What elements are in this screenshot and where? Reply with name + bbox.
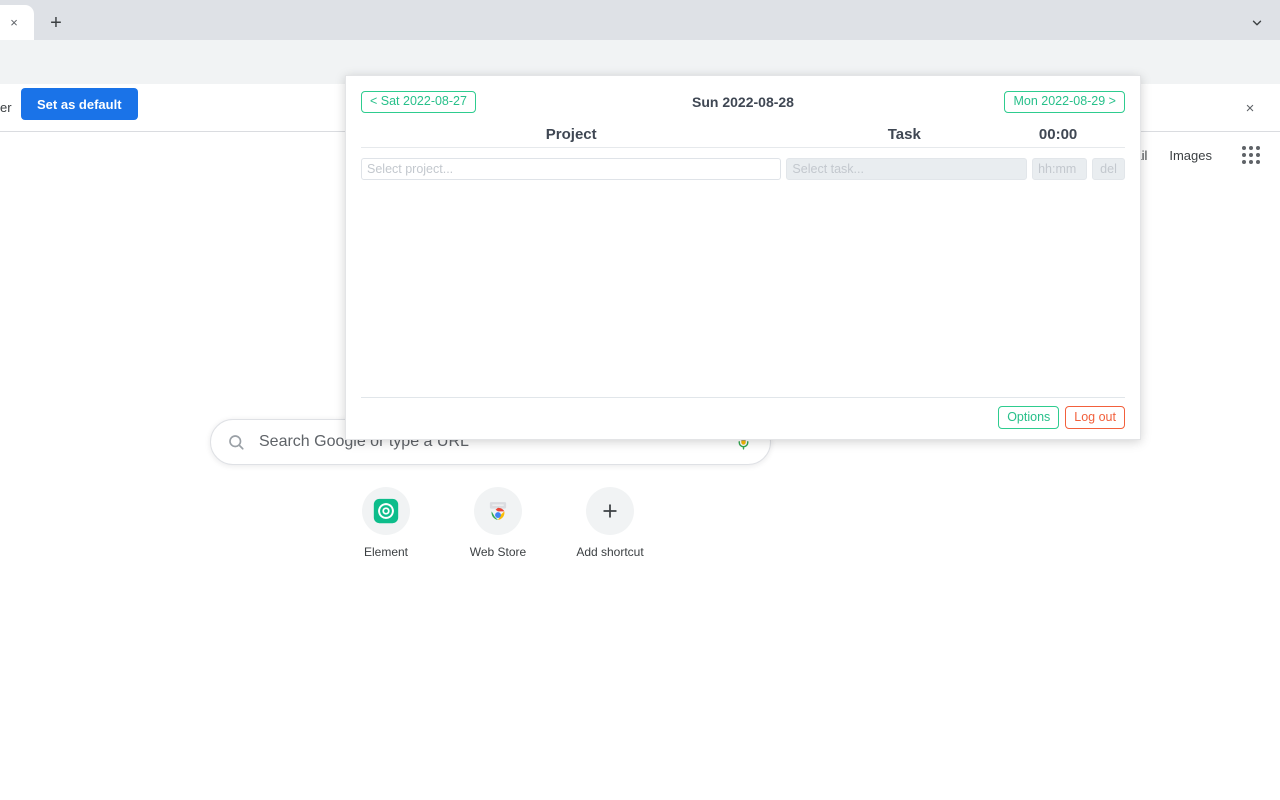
current-day-label: Sun 2022-08-28 [692,94,794,110]
logout-button[interactable]: Log out [1065,406,1125,429]
browser-window: × + URL [0,0,1280,800]
new-entry-row: Select project... Select task... hh:mm d… [361,158,1125,180]
ntp-top-links: ail Images [1134,146,1260,164]
project-select-input[interactable]: Select project... [361,158,782,180]
shortcut-label: Web Store [469,545,527,559]
infobar-message: er [0,100,12,115]
shortcut-web-store[interactable]: Web Store [442,487,554,559]
images-link[interactable]: Images [1169,148,1212,163]
apps-grid-icon[interactable] [1242,146,1260,164]
timetracker-extension-popup: < Sat 2022-08-27 Sun 2022-08-28 Mon 2022… [345,75,1141,440]
plus-icon [586,487,634,535]
task-select-input[interactable]: Select task... [786,158,1028,180]
entries-table-header: Project Task 00:00 [361,114,1125,148]
shortcut-add[interactable]: Add shortcut [554,487,666,559]
element-app-icon [362,487,410,535]
search-icon [227,433,245,451]
footer-buttons: Options Log out [361,406,1125,429]
total-time-value: 00:00 [1038,126,1078,143]
column-header-task: Task [887,126,921,143]
popup-date-navigation: < Sat 2022-08-27 Sun 2022-08-28 Mon 2022… [361,90,1125,114]
browser-tab[interactable]: × [0,5,34,40]
footer-divider [361,397,1125,398]
shortcut-element[interactable]: Element [330,487,442,559]
tab-close-icon[interactable]: × [4,13,24,33]
duration-input[interactable]: hh:mm [1032,158,1088,180]
options-button[interactable]: Options [998,406,1060,429]
tab-strip: × + [0,0,1280,40]
set-as-default-button[interactable]: Set as default [21,88,138,120]
chrome-web-store-icon [474,487,522,535]
column-header-project: Project [545,126,597,143]
new-tab-button[interactable]: + [42,9,70,37]
shortcut-label: Element [363,545,409,559]
tab-search-chevron-down-icon[interactable] [1244,10,1270,36]
shortcut-tiles: Element Web Store Add shortcut [330,487,666,559]
infobar-close-icon[interactable]: × [1236,94,1264,122]
shortcut-label: Add shortcut [576,545,644,559]
delete-entry-button[interactable]: del [1092,158,1125,180]
popup-footer: Options Log out [361,397,1125,429]
